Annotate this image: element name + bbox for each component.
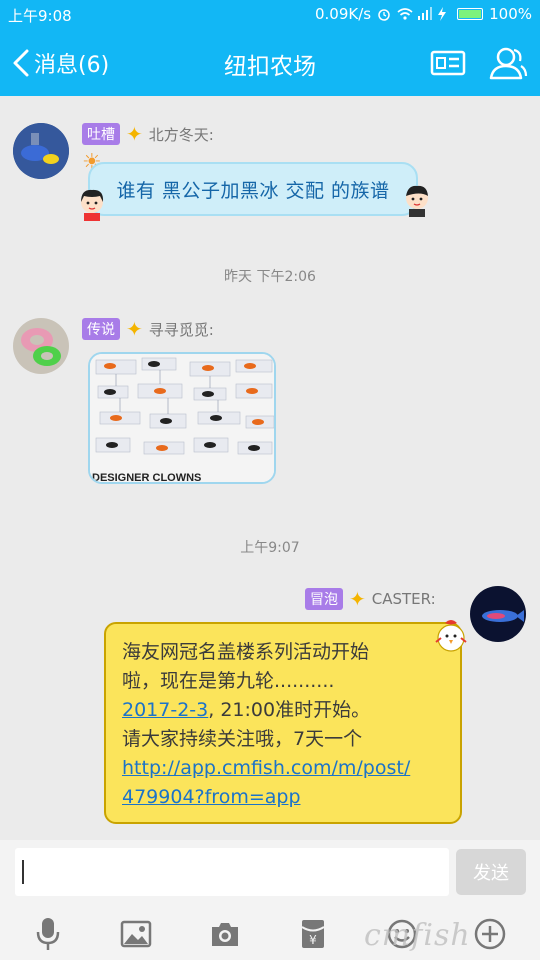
date-link[interactable]: 2017-2-3 (122, 699, 208, 721)
message-line: 2017-2-3, 21:00准时开始。 (122, 696, 444, 725)
message-line: 啦，现在是第九轮.......... (122, 670, 335, 692)
more-button[interactable] (470, 914, 510, 954)
charging-icon (437, 7, 451, 21)
sender-name: 寻寻觅觅: (148, 320, 214, 339)
title-bar: 消息(6) 纽扣农场 (0, 30, 540, 96)
input-bar: 发送 (0, 840, 540, 904)
message-bubble[interactable]: 谁有 黑公子加黑冰 交配 的族谱 (88, 162, 418, 216)
sender-name: 北方冬天: (148, 125, 214, 144)
star-icon: ✦ (126, 122, 143, 146)
chick-icon (432, 618, 470, 660)
red-packet-icon: ¥ (301, 920, 325, 948)
cartoon-girl-icon (76, 188, 108, 228)
cartoon-boy-icon (400, 184, 434, 224)
sender-name: CASTER: (371, 590, 436, 608)
battery-icon (457, 8, 484, 20)
id-card-icon (430, 50, 466, 76)
timestamp: 昨天 下午2:06 (224, 269, 316, 285)
message-meta: 冒泡 ✦ CASTER: (305, 588, 436, 610)
message-text: 谁有 黑公子加黑冰 交配 的族谱 (116, 179, 390, 202)
red-packet-button[interactable]: ¥ (293, 914, 333, 954)
avatar[interactable] (470, 586, 526, 642)
star-icon: ✦ (349, 587, 366, 611)
url-link-cont[interactable]: 479904?from=app (122, 783, 444, 812)
status-right: 0.09K/s 100% (315, 5, 532, 23)
url-link-line2[interactable]: 479904?from=app (122, 786, 301, 808)
image-button[interactable] (116, 914, 156, 954)
signal-icon (417, 7, 433, 21)
camera-button[interactable] (205, 914, 245, 954)
picture-icon (120, 920, 152, 948)
group-profile-button[interactable] (428, 44, 468, 82)
members-button[interactable] (488, 44, 528, 82)
message-input[interactable] (15, 848, 449, 896)
microphone-icon (36, 918, 60, 950)
status-bar: 上午9:08 0.09K/s 100% (0, 0, 540, 30)
group-members-icon (489, 47, 528, 80)
watermark: cmfish (364, 918, 471, 953)
battery-level: 100% (489, 5, 532, 23)
timestamp: 上午9:07 (240, 540, 300, 556)
camera-icon (212, 923, 238, 946)
chat-area[interactable]: 吐槽 ✦ 北方冬天: ☀ 谁有 黑公子加黑冰 交配 的族谱 昨天 下午2:06 … (0, 96, 540, 840)
status-time: 上午9:08 (8, 7, 72, 25)
avatar[interactable] (13, 318, 69, 374)
network-speed: 0.09K/s (315, 5, 372, 23)
plus-circle-icon (474, 918, 506, 950)
url-link[interactable]: http://app.cmfish.com/m/post/ (122, 754, 444, 783)
star-icon: ✦ (126, 317, 143, 341)
level-badge: 冒泡 (305, 588, 343, 610)
wifi-icon (397, 7, 413, 21)
url-link-line1[interactable]: http://app.cmfish.com/m/post/ (122, 757, 410, 779)
message-line: 请大家持续关注哦，7天一个 (122, 728, 363, 750)
voice-button[interactable] (28, 914, 68, 954)
image-caption: DESIGNER CLOWNS (92, 472, 201, 484)
alarm-icon (377, 7, 391, 21)
avatar[interactable] (13, 123, 69, 179)
clownfish-chart-image: DESIGNER CLOWNS (90, 354, 274, 484)
text-cursor (22, 860, 24, 884)
message-line: 海友网冠名盖楼系列活动开始 (122, 641, 370, 663)
message-line-rest: , 21:00准时开始。 (208, 699, 371, 721)
svg-text:¥: ¥ (309, 933, 317, 947)
level-badge: 传说 (82, 318, 120, 340)
send-button[interactable]: 发送 (456, 849, 526, 895)
message-meta: 传说 ✦ 寻寻觅觅: (82, 318, 214, 340)
image-message[interactable]: DESIGNER CLOWNS (88, 352, 276, 484)
level-badge: 吐槽 (82, 123, 120, 145)
message-meta: 吐槽 ✦ 北方冬天: (82, 123, 214, 145)
message-bubble[interactable]: 海友网冠名盖楼系列活动开始 啦，现在是第九轮.......... 2017-2-… (104, 622, 462, 824)
